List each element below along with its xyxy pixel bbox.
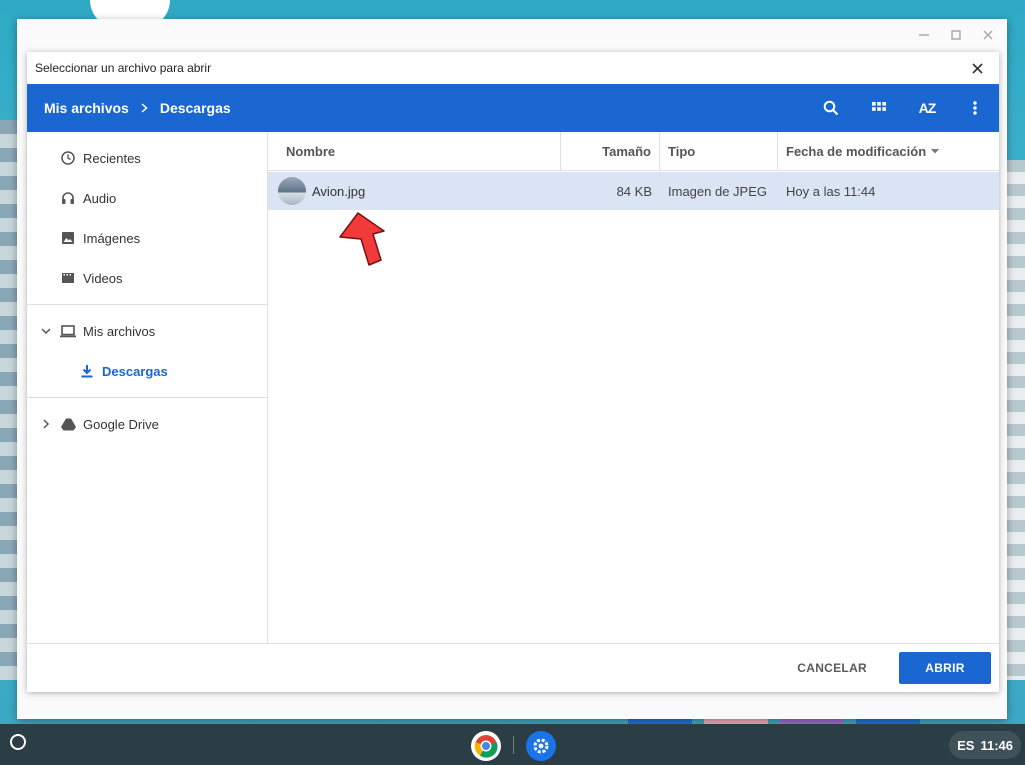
nav-item-recientes[interactable]: Recientes: [27, 138, 267, 178]
sort-az-icon: AZ: [918, 100, 937, 116]
image-thumbnail: [278, 177, 306, 205]
search-button[interactable]: [807, 84, 855, 132]
dialog-app-bar: Mis archivos Descargas AZ: [27, 84, 999, 132]
status-tray[interactable]: ES 11:46: [949, 731, 1021, 759]
red-arrow-annotation: [339, 212, 385, 266]
headphones-icon: [60, 190, 76, 206]
more-vert-icon: [973, 101, 977, 115]
laptop-icon: [60, 323, 76, 339]
nav-item-videos[interactable]: Videos: [27, 258, 267, 298]
app-bar-actions: AZ: [807, 84, 999, 132]
file-date: Hoy a las 11:44: [786, 183, 876, 199]
gear-icon: [533, 738, 549, 754]
close-icon: [971, 62, 983, 74]
sort-label: AZ: [918, 100, 937, 116]
clock-time: 11:46: [980, 737, 1013, 753]
file-name: Avion.jpg: [312, 183, 366, 199]
nav-group-my-files: Mis archivos Descargas: [27, 305, 267, 398]
shelf-divider: [513, 736, 514, 754]
language-indicator: ES: [957, 737, 975, 753]
dialog-title: Seleccionar un archivo para abrir: [35, 61, 212, 75]
nav-item-label: Mis archivos: [83, 323, 156, 339]
launcher-icon[interactable]: [10, 734, 26, 750]
cancel-button[interactable]: CANCELAR: [777, 652, 887, 684]
nav-item-descargas[interactable]: Descargas: [27, 351, 267, 391]
table-row[interactable]: Avion.jpg 84 KB Imagen de JPEG Hoy a las…: [268, 172, 999, 210]
breadcrumb-mis-archivos[interactable]: Mis archivos: [44, 100, 129, 116]
file-list: Nombre Tamaño Tipo Fecha de modificación…: [268, 132, 999, 643]
clock-icon: [60, 150, 76, 166]
column-header-type[interactable]: Tipo: [660, 132, 778, 170]
grid-view-icon: [872, 102, 886, 111]
nav-item-mis-archivos[interactable]: Mis archivos: [27, 311, 267, 351]
dialog-body: Recientes Audio Imágenes Videos Mis arch…: [27, 132, 999, 644]
table-header: Nombre Tamaño Tipo Fecha de modificación: [268, 132, 999, 171]
chevron-right-icon: [141, 101, 148, 116]
shelf: ES 11:46: [0, 724, 1025, 765]
chrome-app-icon[interactable]: [471, 731, 501, 761]
nav-item-label: Imágenes: [83, 230, 141, 246]
nav-item-imagenes[interactable]: Imágenes: [27, 218, 267, 258]
file-name-cell: Avion.jpg: [268, 172, 561, 210]
column-header-size[interactable]: Tamaño: [561, 132, 660, 170]
nav-item-google-drive[interactable]: Google Drive: [27, 404, 267, 444]
column-header-date[interactable]: Fecha de modificación: [778, 132, 999, 170]
column-header-date-label: Fecha de modificación: [786, 143, 927, 159]
nav-item-label: Videos: [83, 270, 123, 286]
chevron-down-icon[interactable]: [41, 327, 51, 335]
maximize-icon[interactable]: [943, 22, 969, 48]
chrome-icon: [474, 735, 498, 758]
file-open-dialog: Seleccionar un archivo para abrir Mis ar…: [27, 52, 999, 692]
dialog-footer: CANCELAR ABRIR: [27, 644, 999, 692]
outer-titlebar: [17, 19, 1007, 51]
sort-button[interactable]: AZ: [903, 84, 951, 132]
nav-item-label: Descargas: [102, 363, 168, 379]
image-icon: [60, 230, 76, 246]
nav-item-audio[interactable]: Audio: [27, 178, 267, 218]
wallpaper-building-right: [1005, 160, 1025, 680]
open-button[interactable]: ABRIR: [899, 652, 991, 684]
search-icon: [823, 100, 839, 116]
nav-group-recent: Recientes Audio Imágenes Videos: [27, 132, 267, 305]
drive-icon: [60, 416, 76, 432]
settings-app-icon[interactable]: [526, 731, 556, 761]
breadcrumb-descargas[interactable]: Descargas: [160, 100, 231, 116]
file-type: Imagen de JPEG: [668, 183, 767, 199]
nav-item-label: Google Drive: [83, 416, 159, 432]
nav-group-drive: Google Drive: [27, 398, 267, 450]
file-size: 84 KB: [616, 183, 652, 199]
film-icon: [60, 270, 76, 286]
nav-item-label: Recientes: [83, 150, 141, 166]
sort-down-icon: [931, 148, 940, 153]
dialog-titlebar: Seleccionar un archivo para abrir: [27, 52, 999, 84]
navigation-pane: Recientes Audio Imágenes Videos Mis arch…: [27, 132, 268, 643]
chevron-right-icon[interactable]: [41, 419, 51, 429]
close-icon[interactable]: [975, 22, 1001, 48]
breadcrumb: Mis archivos Descargas: [44, 100, 807, 116]
minimize-icon[interactable]: [911, 22, 937, 48]
download-icon: [79, 363, 95, 379]
column-header-name[interactable]: Nombre: [268, 132, 561, 170]
grid-view-button[interactable]: [855, 84, 903, 132]
dialog-close-button[interactable]: [965, 56, 989, 80]
more-options-button[interactable]: [951, 84, 999, 132]
nav-item-label: Audio: [83, 190, 117, 206]
